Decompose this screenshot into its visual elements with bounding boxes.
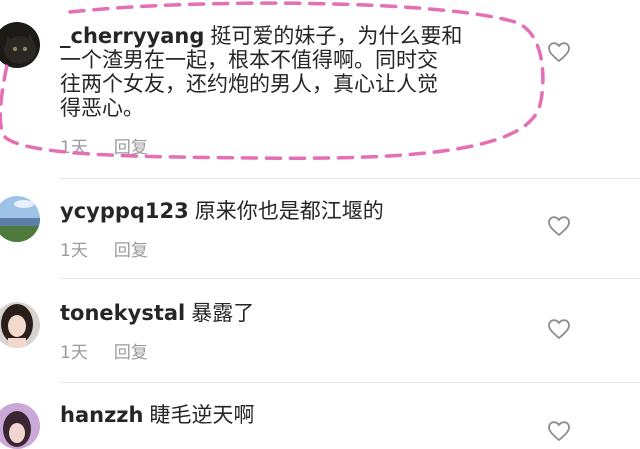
comment-text: 暴露了 [191,301,255,325]
reply-button[interactable]: 回复 [114,338,148,363]
username[interactable]: hanzzh [60,403,143,427]
avatar[interactable] [0,403,40,449]
comment-text: 睫毛逆天啊 [149,403,255,427]
divider [60,178,640,179]
divider [60,278,640,279]
comment-time: 1天 [60,241,88,261]
reply-button[interactable]: 回复 [114,236,148,261]
username[interactable]: tonekystal [60,301,185,325]
comment-text: 原来你也是都江堰的 [194,199,384,223]
username[interactable]: ycyppq123 [60,199,189,223]
comment-meta: 1天 回复 [60,338,148,363]
comment-meta: 1天 回复 [60,236,148,261]
heart-icon[interactable] [547,318,571,340]
heart-icon[interactable] [547,215,571,237]
heart-icon[interactable] [547,420,571,442]
divider [60,382,640,383]
comment-time: 1天 [60,343,88,363]
